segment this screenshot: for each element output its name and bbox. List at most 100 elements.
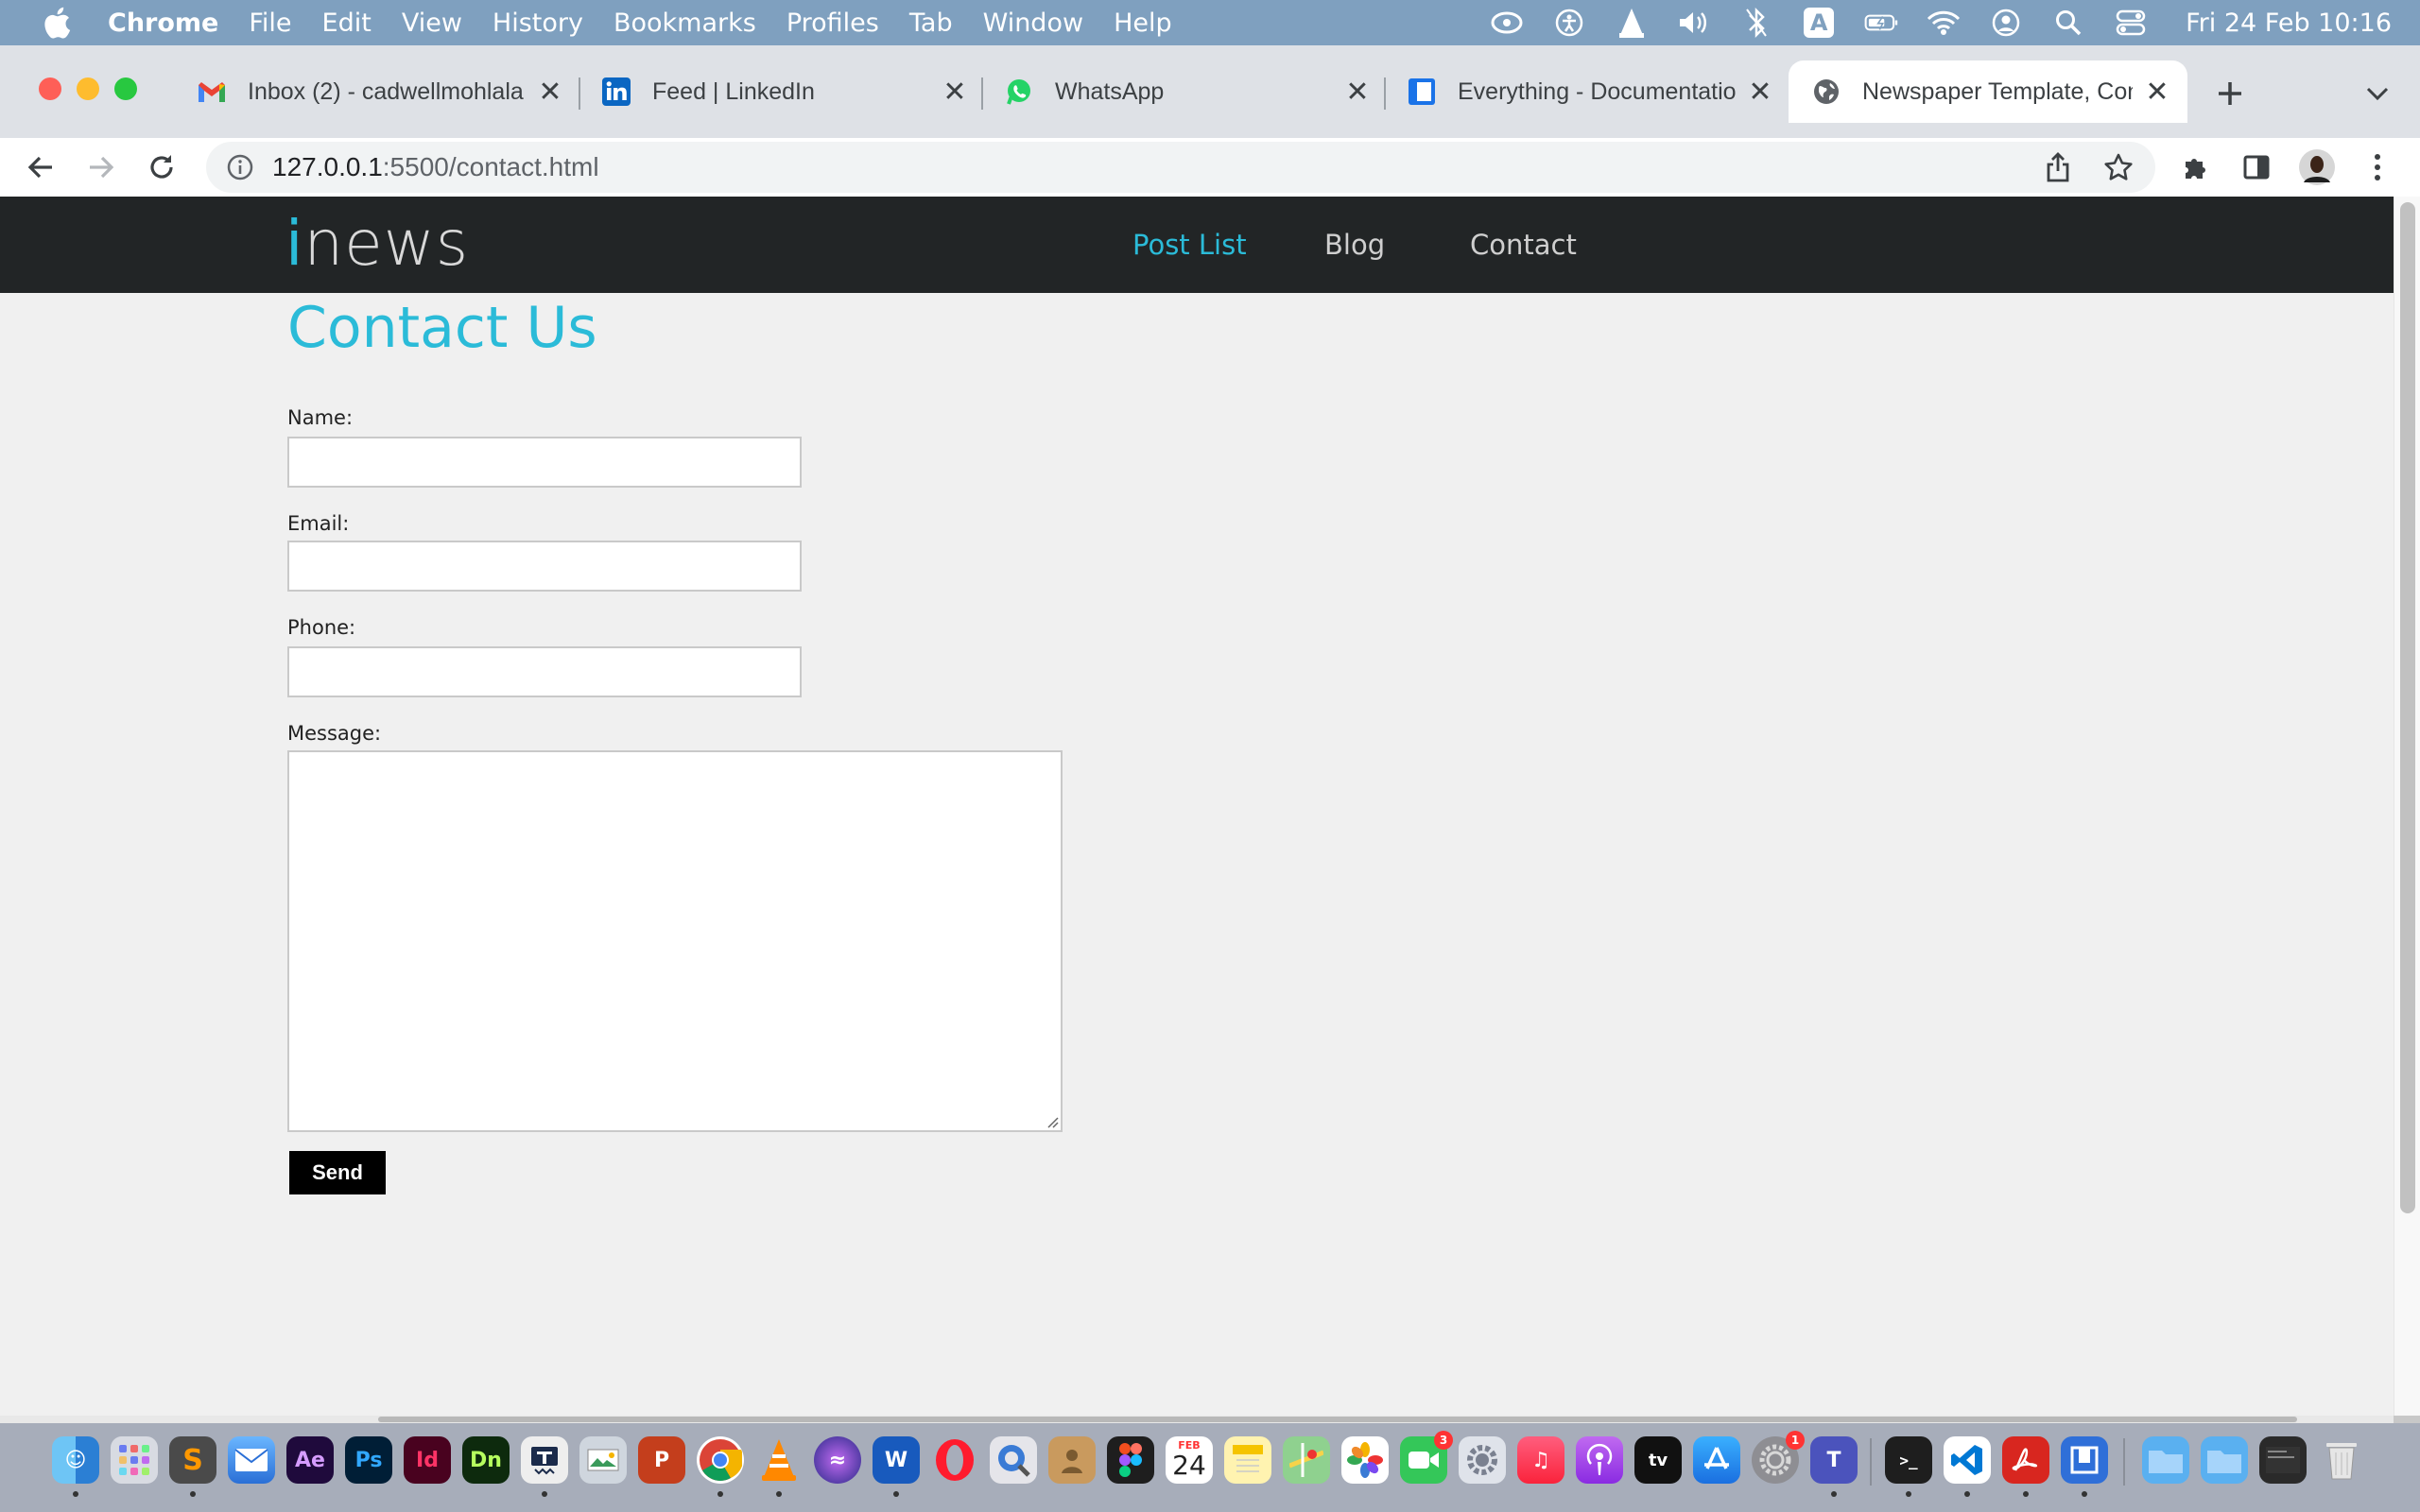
wifi-icon[interactable] bbox=[1927, 6, 1961, 40]
tab-close-icon[interactable]: ✕ bbox=[1745, 77, 1775, 108]
window-app-icon[interactable] bbox=[2061, 1436, 2108, 1484]
folder-icon[interactable] bbox=[2142, 1436, 2189, 1484]
nav-link-blog[interactable]: Blog bbox=[1324, 229, 1385, 261]
menubar-clock[interactable]: Fri 24 Feb 10:16 bbox=[2186, 9, 2392, 38]
window-zoom-button[interactable] bbox=[114, 77, 137, 100]
dimension-icon[interactable]: Dn bbox=[462, 1436, 510, 1484]
menu-history[interactable]: History bbox=[493, 9, 583, 38]
horizontal-scrollbar-thumb[interactable] bbox=[378, 1417, 2297, 1422]
notes-icon[interactable] bbox=[1224, 1436, 1271, 1484]
share-icon[interactable] bbox=[2036, 146, 2080, 189]
preview-icon[interactable] bbox=[579, 1436, 627, 1484]
sublime-text-icon[interactable]: S bbox=[169, 1436, 216, 1484]
email-input[interactable] bbox=[287, 541, 802, 592]
tab-documentation[interactable]: Everything - Documentation ✕ bbox=[1407, 62, 1775, 121]
accessibility-icon[interactable] bbox=[1552, 6, 1586, 40]
menu-tab[interactable]: Tab bbox=[909, 9, 953, 38]
back-button[interactable] bbox=[19, 146, 62, 189]
chrome-menu-kebab-icon[interactable] bbox=[2356, 146, 2399, 189]
address-bar[interactable]: 127.0.0.1:5500/contact.html bbox=[206, 142, 2155, 193]
mail-icon[interactable] bbox=[228, 1436, 275, 1484]
photoshop-icon[interactable]: Ps bbox=[345, 1436, 392, 1484]
input-source-icon[interactable]: A bbox=[1802, 6, 1836, 40]
tab-close-icon[interactable]: ✕ bbox=[535, 77, 565, 108]
gear-icon[interactable] bbox=[1459, 1436, 1506, 1484]
side-panel-icon[interactable] bbox=[2235, 146, 2278, 189]
menu-profiles[interactable]: Profiles bbox=[786, 9, 879, 38]
tab-close-icon[interactable]: ✕ bbox=[2142, 77, 2172, 108]
figma-icon[interactable] bbox=[1107, 1436, 1154, 1484]
siri-icon[interactable]: ≈ bbox=[814, 1436, 861, 1484]
window-close-button[interactable] bbox=[39, 77, 61, 100]
message-textarea[interactable] bbox=[287, 750, 1063, 1132]
acrobat-icon[interactable] bbox=[2002, 1436, 2049, 1484]
system-preferences-gear-icon[interactable]: 1 bbox=[1752, 1431, 1805, 1484]
word-icon[interactable]: W bbox=[873, 1436, 920, 1484]
send-button[interactable]: Send bbox=[289, 1151, 386, 1194]
resize-handle-icon[interactable] bbox=[1046, 1115, 1059, 1128]
tab-gmail[interactable]: Inbox (2) - cadwellmohlala ✕ bbox=[197, 62, 565, 121]
volume-icon[interactable] bbox=[1677, 6, 1711, 40]
app-store-icon[interactable] bbox=[1693, 1436, 1740, 1484]
scrollbar-thumb[interactable] bbox=[2400, 202, 2415, 1213]
battery-icon[interactable] bbox=[1864, 6, 1898, 40]
nav-link-post-list[interactable]: Post List bbox=[1132, 229, 1247, 261]
app-store-connect-icon[interactable] bbox=[521, 1436, 568, 1484]
forward-button[interactable] bbox=[79, 146, 123, 189]
quicktime-icon[interactable] bbox=[990, 1436, 1037, 1484]
menu-help[interactable]: Help bbox=[1114, 9, 1172, 38]
creative-cloud-icon[interactable] bbox=[1490, 6, 1524, 40]
reload-button[interactable] bbox=[140, 146, 183, 189]
site-logo[interactable]: i news bbox=[285, 213, 469, 275]
tab-newspaper-template[interactable]: Newspaper Template, Contact ✕ bbox=[1789, 60, 2187, 123]
photos-icon[interactable] bbox=[1341, 1436, 1389, 1484]
site-info-icon[interactable] bbox=[225, 152, 255, 182]
music-icon[interactable]: ♫ bbox=[1517, 1436, 1564, 1484]
control-center-icon[interactable] bbox=[2114, 6, 2148, 40]
menu-edit[interactable]: Edit bbox=[322, 9, 372, 38]
bookmark-star-icon[interactable] bbox=[2097, 146, 2140, 189]
indesign-icon[interactable]: Id bbox=[404, 1436, 451, 1484]
powerpoint-icon[interactable]: P bbox=[638, 1436, 685, 1484]
bluetooth-off-icon[interactable] bbox=[1739, 6, 1773, 40]
menu-window[interactable]: Window bbox=[983, 9, 1083, 38]
user-account-icon[interactable] bbox=[1989, 6, 2023, 40]
apple-tv-icon[interactable]: tv bbox=[1634, 1436, 1682, 1484]
menu-view[interactable]: View bbox=[402, 9, 462, 38]
applications-folder-icon[interactable] bbox=[2201, 1436, 2248, 1484]
menu-bookmarks[interactable]: Bookmarks bbox=[614, 9, 756, 38]
finder-icon[interactable]: ☺ bbox=[52, 1436, 99, 1484]
launchpad-icon[interactable] bbox=[111, 1436, 158, 1484]
teams-icon[interactable]: T bbox=[1810, 1436, 1858, 1484]
vscode-icon[interactable] bbox=[1944, 1436, 1991, 1484]
horizontal-scrollbar[interactable] bbox=[0, 1416, 2394, 1423]
trash-icon[interactable] bbox=[2318, 1436, 2365, 1484]
extensions-puzzle-icon[interactable] bbox=[2174, 146, 2218, 189]
menu-file[interactable]: File bbox=[249, 9, 291, 38]
contacts-icon[interactable] bbox=[1048, 1436, 1096, 1484]
new-tab-button[interactable] bbox=[2208, 72, 2252, 115]
facetime-icon[interactable]: 3 bbox=[1400, 1431, 1453, 1484]
apple-menu-icon[interactable] bbox=[38, 4, 76, 42]
tab-close-icon[interactable]: ✕ bbox=[940, 77, 970, 108]
vlc-menubar-icon[interactable] bbox=[1615, 6, 1649, 40]
phone-input[interactable] bbox=[287, 646, 802, 697]
podcasts-icon[interactable] bbox=[1576, 1436, 1623, 1484]
chrome-icon[interactable] bbox=[697, 1436, 744, 1484]
tab-search-chevron-down-icon[interactable] bbox=[2356, 72, 2399, 115]
tab-whatsapp[interactable]: WhatsApp ✕ bbox=[1004, 62, 1373, 121]
nav-link-contact[interactable]: Contact bbox=[1470, 229, 1577, 261]
tab-linkedin[interactable]: Feed | LinkedIn ✕ bbox=[601, 62, 970, 121]
spotlight-search-icon[interactable] bbox=[2051, 6, 2085, 40]
name-input[interactable] bbox=[287, 437, 802, 488]
vertical-scrollbar[interactable] bbox=[2394, 197, 2420, 1416]
maps-icon[interactable] bbox=[1283, 1436, 1330, 1484]
opera-icon[interactable] bbox=[931, 1436, 978, 1484]
after-effects-icon[interactable]: Ae bbox=[286, 1436, 334, 1484]
tab-close-icon[interactable]: ✕ bbox=[1342, 77, 1373, 108]
profile-avatar[interactable] bbox=[2295, 146, 2339, 189]
vlc-icon[interactable] bbox=[755, 1436, 803, 1484]
menu-app-name[interactable]: Chrome bbox=[108, 9, 218, 38]
recent-window-thumbnail[interactable] bbox=[2259, 1436, 2307, 1484]
window-minimize-button[interactable] bbox=[77, 77, 99, 100]
